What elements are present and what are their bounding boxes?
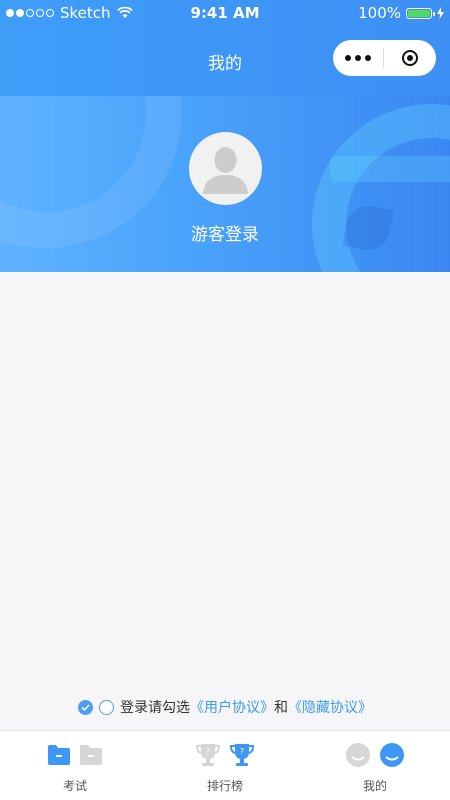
charging-icon (437, 7, 444, 19)
close-button[interactable] (384, 50, 436, 66)
agreement-joiner: 和 (274, 700, 288, 716)
trophy-active-icon: ? (229, 744, 255, 766)
mini-program-capsule (333, 40, 436, 76)
svg-text:?: ? (240, 747, 244, 756)
checked-radio-icon[interactable] (78, 699, 93, 715)
battery-percent: 100% (358, 4, 401, 22)
tab-bar: 考试 ? ? 排行榜 我的 (0, 730, 450, 800)
tab-label: 我的 (362, 779, 387, 793)
folder-active-icon (48, 745, 70, 765)
top-bar: Sketch 9:41 AM 100% 我的 (0, 0, 450, 96)
more-button[interactable] (333, 55, 383, 61)
agreement-prefix: 登录请勾选 (120, 700, 190, 716)
avatar[interactable] (189, 132, 262, 205)
status-bar: Sketch 9:41 AM 100% (0, 0, 450, 26)
default-user-icon (203, 147, 248, 194)
banner-decoration (312, 104, 450, 272)
close-icon (402, 50, 418, 66)
tab-label: 排行榜 (206, 779, 243, 793)
user-face-active-icon (380, 743, 404, 767)
agreement-row: 登录请勾选 《用户协议》 和 《隐藏协议》 (0, 697, 450, 717)
user-face-icon (346, 743, 370, 767)
agreement-checkbox[interactable] (99, 699, 114, 715)
tab-ranking[interactable]: ? ? 排行榜 (150, 739, 300, 794)
user-agreement-link[interactable]: 《用户协议》 (190, 697, 274, 717)
tab-exam[interactable]: 考试 (0, 739, 150, 794)
tab-mine[interactable]: 我的 (300, 739, 450, 794)
tab-label: 考试 (62, 779, 87, 793)
guest-login-button[interactable]: 游客登录 (0, 220, 450, 245)
status-right: 100% (358, 4, 444, 22)
folder-icon (80, 745, 102, 765)
battery-icon (406, 7, 435, 19)
svg-text:?: ? (206, 747, 210, 756)
privacy-agreement-link[interactable]: 《隐藏协议》 (288, 697, 372, 717)
trophy-icon: ? (195, 744, 221, 766)
